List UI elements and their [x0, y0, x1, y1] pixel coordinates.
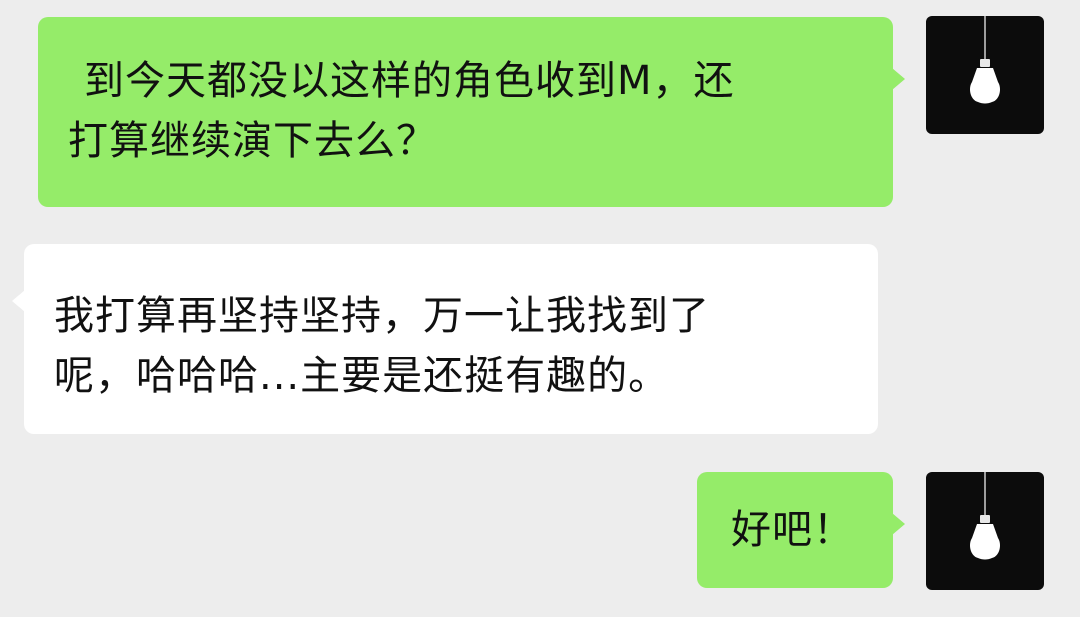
sent-message-bubble[interactable]: 好吧！	[697, 472, 905, 588]
light-bulb-icon[interactable]	[926, 472, 1044, 590]
message-text-line: 到今天都没以这样的角色收到M，还	[84, 58, 735, 104]
avatar-image	[970, 472, 1000, 560]
message-text-line: 好吧！	[731, 507, 854, 553]
message-text-line: 我打算再坚持坚持，万一让我找到了	[54, 293, 710, 339]
light-bulb-icon[interactable]	[926, 16, 1044, 134]
received-message-bubble[interactable]: 我打算再坚持坚持，万一让我找到了 呢，哈哈哈...主要是还挺有趣的。	[12, 244, 878, 434]
message-text-line: 打算继续演下去么？	[68, 118, 437, 164]
sent-message-bubble[interactable]: 到今天都没以这样的角色收到M，还 打算继续演下去么？	[38, 17, 905, 207]
chat-window: 到今天都没以这样的角色收到M，还 打算继续演下去么？ 我打算再坚持坚持，万一让我…	[0, 0, 1080, 617]
avatar-image	[970, 16, 1000, 104]
message-text-line: 呢，哈哈哈...主要是还挺有趣的。	[54, 353, 670, 399]
